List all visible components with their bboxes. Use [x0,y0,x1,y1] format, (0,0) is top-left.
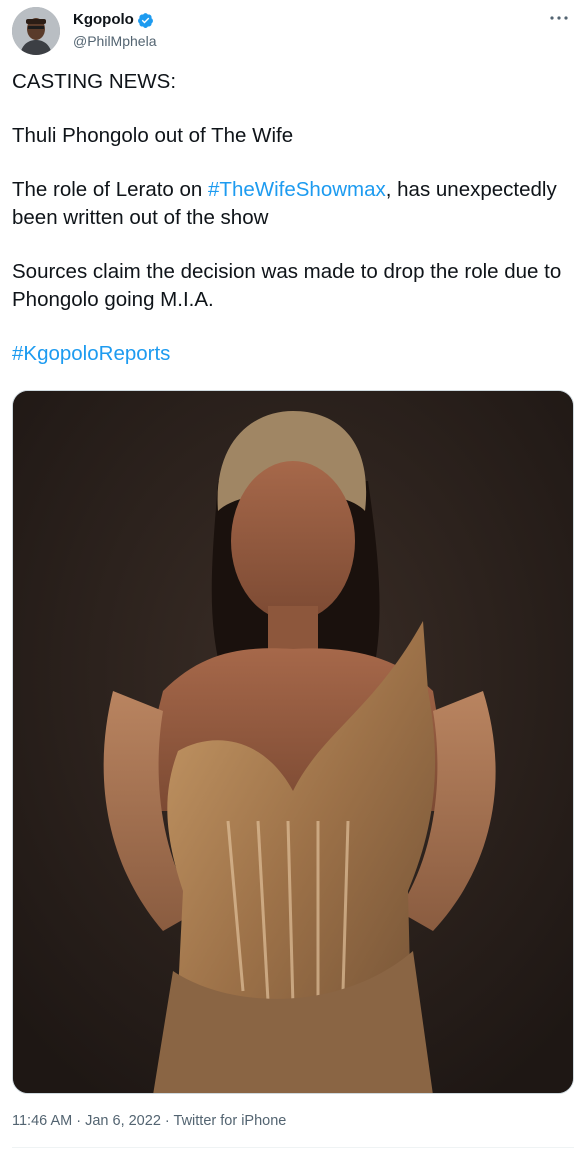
author-block[interactable]: Kgopolo @PhilMphela [73,11,156,50]
separator: · [160,1113,174,1129]
tweet-source-link[interactable]: Twitter for iPhone [174,1113,287,1129]
tweet-text: CASTING NEWS: Thuli Phongolo out of The … [12,68,574,368]
verified-badge-icon [137,12,154,29]
tweet-date: Jan 6, 2022 [85,1113,161,1129]
tweet-time: 11:46 AM [12,1113,73,1129]
hashtag-link[interactable]: #KgopoloReports [12,342,170,365]
hashtag-link[interactable]: #TheWifeShowmax [208,178,386,201]
tweet-timestamp-link[interactable]: 11:46 AM · Jan 6, 2022 [12,1113,161,1129]
tweet-meta: 11:46 AM · Jan 6, 2022 · Twitter for iPh… [12,1111,286,1131]
tweet-line: The role of Lerato on #TheWifeShowmax, h… [12,176,574,232]
tweet-line: Sources claim the decision was made to d… [12,260,562,311]
tweet-text-span: The role of Lerato on [12,178,209,201]
tweet-header: Kgopolo @PhilMphela [12,7,574,55]
tweet-line: CASTING NEWS: [12,70,177,93]
author-handle[interactable]: @PhilMphela [73,32,156,50]
tweet-line: Thuli Phongolo out of The Wife [12,124,294,147]
separator: · [72,1113,86,1129]
more-horizontal-icon[interactable] [548,11,570,29]
author-name[interactable]: Kgopolo [73,11,134,29]
tweet-line: #KgopoloReports [12,340,574,368]
divider [12,1147,574,1148]
tweet-photo[interactable] [12,390,574,1094]
avatar[interactable] [12,7,60,55]
